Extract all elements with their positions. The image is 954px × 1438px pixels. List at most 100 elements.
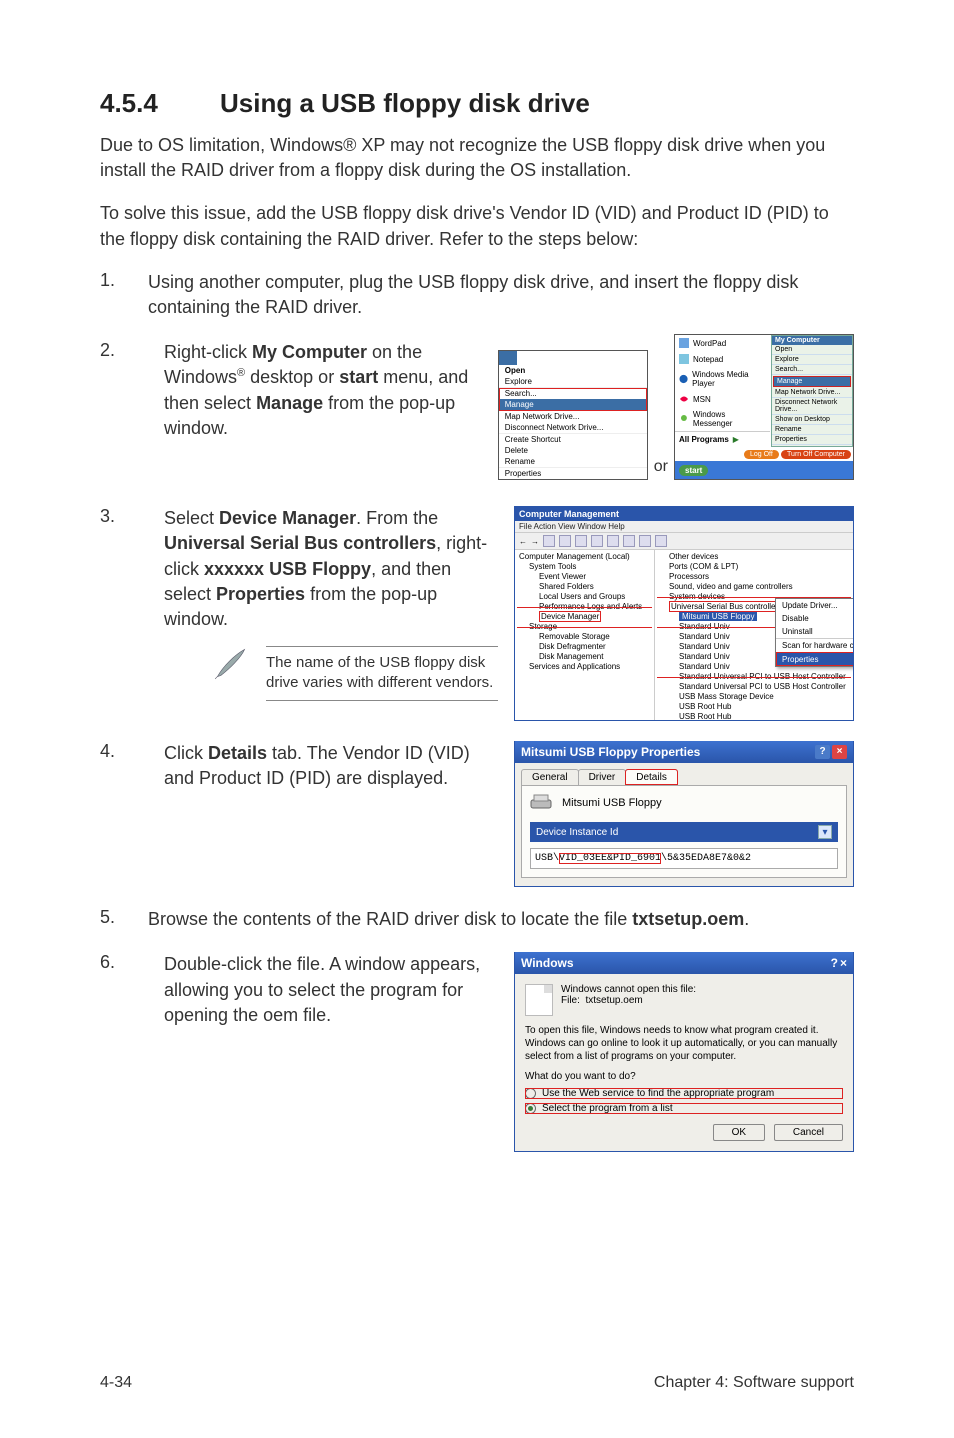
ctx-properties[interactable]: Properties — [776, 652, 853, 666]
menu-properties[interactable]: Properties — [505, 469, 541, 478]
tree-item[interactable]: Standard Univ — [679, 622, 730, 631]
app-messenger[interactable]: Windows Messenger — [693, 410, 766, 428]
turnoff-button[interactable]: Turn Off Computer — [781, 450, 851, 459]
menu-manage[interactable]: Manage — [777, 378, 802, 385]
menu-open[interactable]: Open — [505, 366, 525, 375]
tree-item[interactable]: Processors — [669, 572, 709, 581]
toolbar-button[interactable] — [639, 535, 651, 547]
tree-item[interactable]: Standard Univ — [679, 662, 730, 671]
tree-item[interactable]: System devices — [669, 592, 725, 601]
start-button[interactable]: start — [679, 465, 708, 476]
tree-item[interactable]: Event Viewer — [539, 572, 586, 581]
dialog-title: Mitsumi USB Floppy Properties — [521, 745, 700, 759]
radio-select-program[interactable]: Select the program from a list — [525, 1103, 843, 1114]
tree-item[interactable]: Standard Univ — [679, 632, 730, 641]
toolbar-button[interactable] — [623, 535, 635, 547]
tree-item[interactable]: Storage — [529, 622, 557, 631]
toolbar-button[interactable] — [543, 535, 555, 547]
tree-item[interactable]: Local Users and Groups — [539, 592, 625, 601]
ctx-uninstall[interactable]: Uninstall — [776, 625, 853, 638]
tree-item[interactable]: Ports (COM & LPT) — [669, 562, 738, 571]
cancel-button[interactable]: Cancel — [774, 1124, 843, 1141]
tab-driver[interactable]: Driver — [578, 769, 627, 785]
help-button[interactable]: ? — [831, 956, 838, 970]
toolbar-button[interactable] — [591, 535, 603, 547]
menu-shortcut[interactable]: Create Shortcut — [505, 435, 561, 444]
combo-device-instance[interactable]: Device Instance Id ▾ — [530, 822, 838, 842]
ctx-scan[interactable]: Scan for hardware changes — [776, 638, 853, 652]
toolbar-button[interactable] — [559, 535, 571, 547]
tree-item[interactable]: USB Mass Storage Device — [679, 692, 774, 701]
logoff-button[interactable]: Log Off — [744, 450, 779, 459]
tree-item[interactable]: Shared Folders — [539, 582, 594, 591]
menu-map-drive[interactable]: Map Network Drive... — [505, 412, 580, 421]
app-notepad[interactable]: Notepad — [693, 355, 723, 364]
context-menu: Update Driver... Disable Uninstall Scan … — [775, 598, 853, 667]
toolbar-button[interactable] — [575, 535, 587, 547]
ctx-update-driver[interactable]: Update Driver... — [776, 599, 853, 612]
dialog-titlebar: Mitsumi USB Floppy Properties ?× — [515, 741, 853, 763]
tree-item[interactable]: USB Root Hub — [679, 702, 731, 711]
id-suffix: \5&35EDA8E7&0&2 — [661, 853, 751, 864]
app-msn[interactable]: MSN — [693, 395, 711, 404]
text: Right-click — [164, 342, 252, 362]
ctx-disable[interactable]: Disable — [776, 612, 853, 625]
toolbar-button[interactable] — [607, 535, 619, 547]
radio-label: Select the program from a list — [542, 1103, 673, 1114]
tree-item[interactable]: Other devices — [669, 552, 718, 561]
app-wordpad[interactable]: WordPad — [693, 339, 726, 348]
tree-item[interactable]: Disk Management — [539, 652, 603, 661]
tree-item[interactable]: Sound, video and game controllers — [669, 582, 793, 591]
tree-usb-floppy[interactable]: Mitsumi USB Floppy — [679, 612, 757, 621]
description-text: To open this file, Windows needs to know… — [525, 1024, 843, 1063]
menu-disc[interactable]: Disconnect Network Drive... — [775, 399, 837, 413]
tree-item[interactable]: Computer Management (Local) — [519, 552, 630, 561]
menu-rename[interactable]: Rename — [505, 457, 535, 466]
menu-search[interactable]: Search... — [775, 366, 803, 373]
radio-web-service[interactable]: Use the Web service to find the appropri… — [525, 1088, 843, 1099]
menu-properties[interactable]: Properties — [775, 436, 807, 443]
toolbar-button[interactable] — [655, 535, 667, 547]
app-wmp[interactable]: Windows Media Player — [692, 370, 766, 388]
menu-manage[interactable]: Manage — [505, 400, 534, 409]
tree-item[interactable]: Services and Applications — [529, 662, 620, 671]
dropdown-icon[interactable]: ▾ — [818, 825, 832, 839]
menu-explore[interactable]: Explore — [775, 356, 799, 363]
combo-label: Device Instance Id — [536, 827, 618, 838]
help-button[interactable]: ? — [815, 745, 830, 759]
menu-open[interactable]: Open — [775, 346, 792, 353]
bold-text: start — [339, 367, 378, 387]
menu-disconnect-drive[interactable]: Disconnect Network Drive... — [505, 423, 604, 432]
tree-item[interactable]: Standard Universal PCI to USB Host Contr… — [679, 682, 846, 691]
menu-rename[interactable]: Rename — [775, 426, 801, 433]
tree-item[interactable]: Performance Logs and Alerts — [539, 602, 642, 611]
close-button[interactable]: × — [840, 956, 847, 970]
tree-device-manager[interactable]: Device Manager — [539, 611, 601, 622]
menu-explore[interactable]: Explore — [505, 377, 532, 386]
tree-item[interactable]: Removable Storage — [539, 632, 610, 641]
tree-usb-controllers[interactable]: Universal Serial Bus controllers — [669, 601, 784, 612]
tree-item[interactable]: USB Root Hub — [679, 712, 731, 720]
tree-item[interactable]: Disk Defragmenter — [539, 642, 606, 651]
step-number: 2. — [100, 340, 148, 361]
step-number: 4. — [100, 741, 148, 762]
menu-map[interactable]: Map Network Drive... — [775, 389, 840, 396]
menubar[interactable]: File Action View Window Help — [515, 521, 853, 532]
bold-text: Universal Serial Bus controllers — [164, 533, 436, 553]
intro-paragraph-2: To solve this issue, add the USB floppy … — [100, 201, 854, 251]
all-programs[interactable]: All Programs — [679, 435, 729, 444]
menu-search[interactable]: Search... — [505, 389, 537, 398]
menu-show-desktop[interactable]: Show on Desktop — [775, 416, 830, 423]
close-button[interactable]: × — [832, 745, 847, 759]
right-tree[interactable]: Other devices Ports (COM & LPT) Processo… — [655, 550, 853, 720]
menu-delete[interactable]: Delete — [505, 446, 528, 455]
bold-text: Properties — [216, 584, 305, 604]
tree-item[interactable]: System Tools — [529, 562, 576, 571]
tree-item[interactable]: Standard Univ — [679, 652, 730, 661]
ok-button[interactable]: OK — [713, 1124, 765, 1141]
tab-general[interactable]: General — [521, 769, 579, 785]
tree-item[interactable]: Standard Universal PCI to USB Host Contr… — [679, 672, 846, 681]
tree-item[interactable]: Standard Univ — [679, 642, 730, 651]
left-tree[interactable]: Computer Management (Local) System Tools… — [515, 550, 655, 720]
tab-details[interactable]: Details — [625, 769, 678, 785]
